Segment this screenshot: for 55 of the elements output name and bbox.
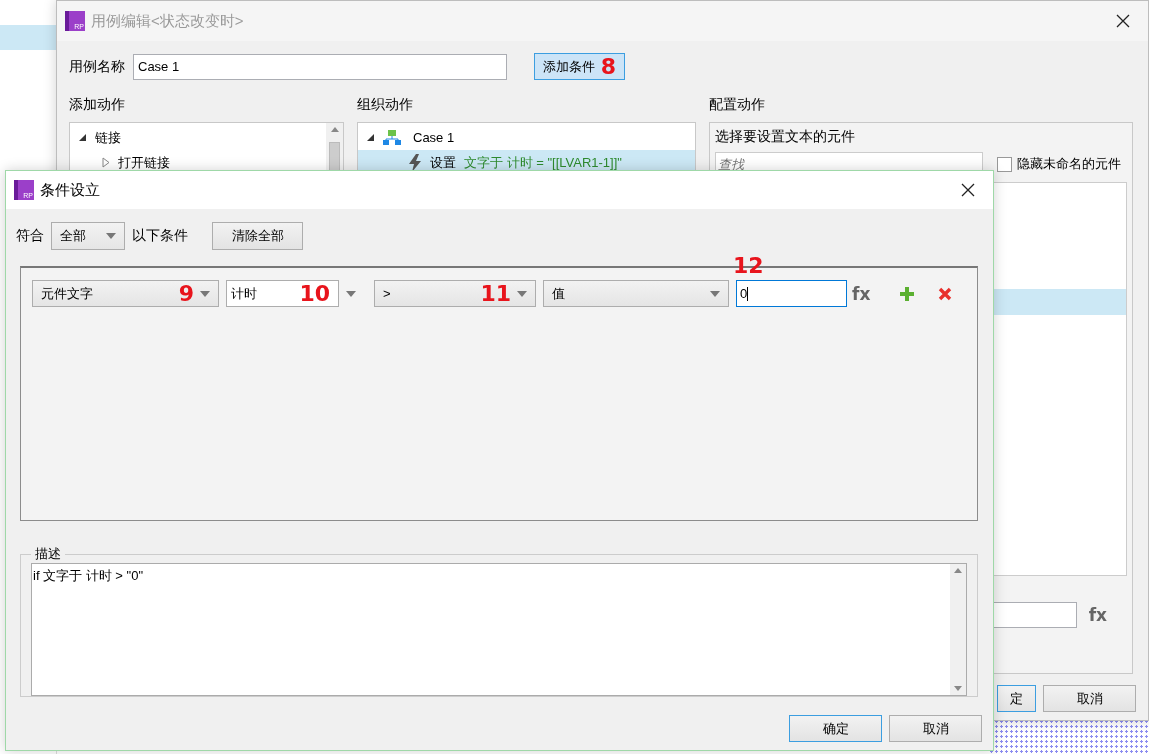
dialog-button[interactable]: 取消 [889,715,982,742]
dropdown-caret-icon [106,233,116,239]
scroll-up-icon[interactable] [954,568,962,573]
dropdown-caret-icon [200,290,210,297]
text-cursor [747,286,749,301]
clear-all-button[interactable]: 清除全部 [212,222,303,250]
dropdown-caret-icon [710,290,720,297]
section-heading: 组织动作 [357,96,414,114]
tree-item[interactable]: 链接 [70,125,326,150]
expanded-triangle-icon[interactable] [366,133,375,142]
dropdown[interactable]: 值 [543,280,729,307]
section-heading: 添加动作 [69,96,126,114]
scroll-up-icon[interactable] [330,127,339,132]
case-name-field[interactable]: Case 1 [133,53,507,80]
delete-icon[interactable] [938,286,953,301]
window-title: 用例编辑<状态改变时> [91,11,245,31]
dialog-button[interactable]: 取消 [1043,685,1136,712]
flowchart-icon [383,129,401,146]
lightning-icon [408,153,422,172]
add-icon[interactable] [899,285,916,302]
checkbox[interactable] [997,156,1012,172]
annotation-number: 10 [299,282,330,305]
close-icon[interactable] [1116,14,1130,28]
section-heading: 配置动作 [709,96,766,114]
fx-button[interactable]: fx [852,283,871,304]
expanded-triangle-icon[interactable] [78,133,87,142]
case-name-label: 用例名称 [69,57,125,76]
scroll-down-icon[interactable] [954,686,962,691]
close-icon[interactable] [961,183,975,197]
annotation-number: 11 [480,282,511,305]
combo-field[interactable]: 计时 10 [226,280,339,307]
checkbox-label: 隐藏未命名的元件 [1017,155,1121,173]
tree-item[interactable]: 打开链接 [70,150,326,175]
annotation-number: 9 [178,282,194,305]
dialog-button[interactable]: 确定 [789,715,882,742]
prompt-text: 选择要设置文本的元件 [715,128,856,146]
case-item[interactable]: Case 1 [358,125,695,150]
collapsed-triangle-icon[interactable] [102,157,110,168]
description-field[interactable]: if 文字于 计时 > "0" [31,563,967,696]
description-label: 描述 [34,545,62,563]
selection-highlight [0,25,56,50]
dropdown[interactable]: 元件文字 9 [32,280,219,307]
fx-button[interactable]: fx [1088,605,1107,625]
dropdown-caret-icon [517,290,527,297]
dropdown-caret-icon [346,290,356,297]
annotation-number: 12 [733,255,764,277]
match-suffix: 以下条件 [132,227,188,245]
match-label: 符合 [16,227,44,245]
add-condition-button[interactable]: 添加条件 8 [534,53,625,80]
match-dropdown[interactable]: 全部 [51,222,125,250]
scrollbar[interactable] [950,564,966,695]
window-title: 条件设立 [40,180,101,200]
dropdown[interactable]: > 11 [374,280,536,307]
dialog-button[interactable]: 定 [997,685,1036,712]
annotation-number: 8 [600,55,617,78]
